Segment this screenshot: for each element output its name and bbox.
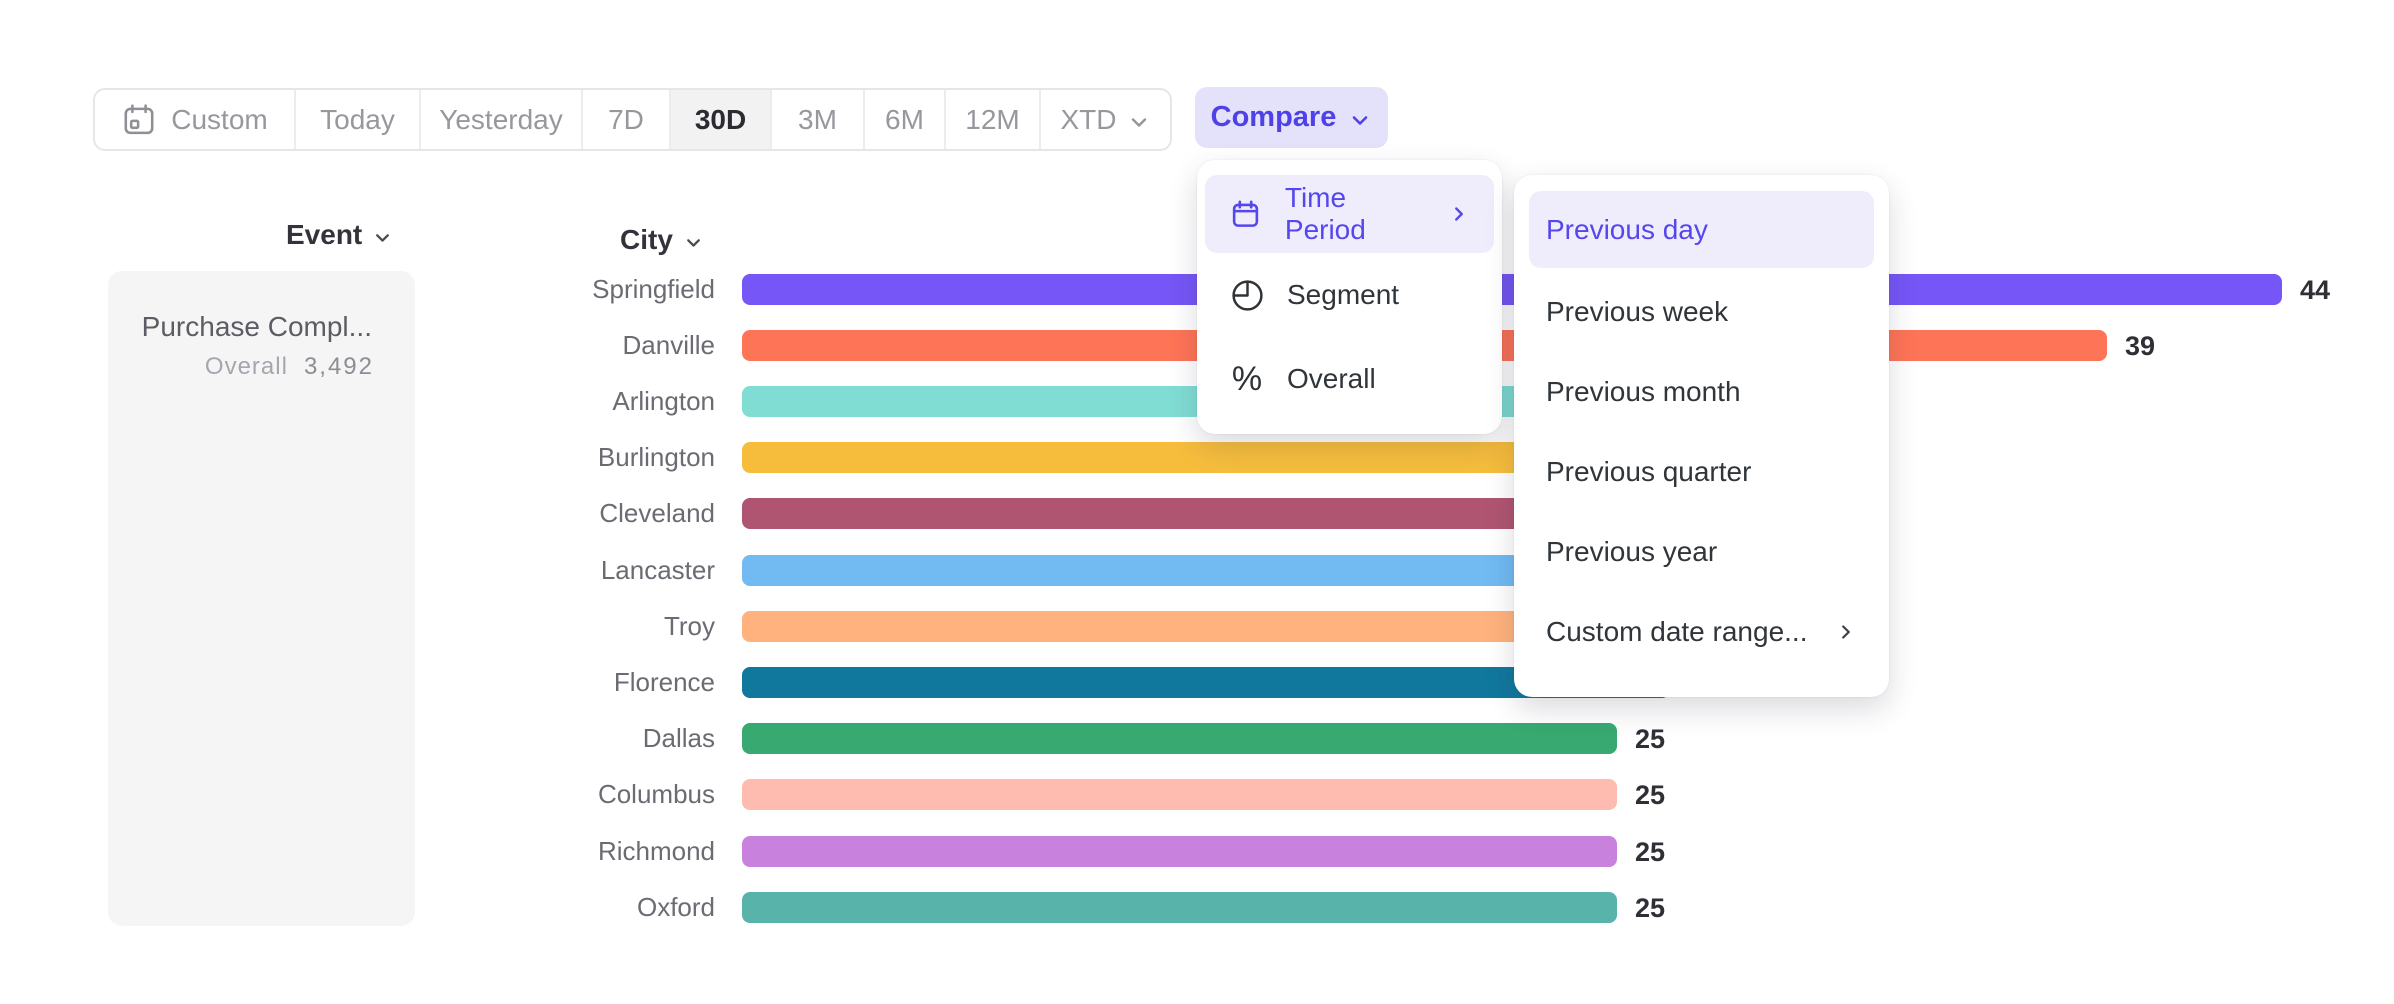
compare-dropdown-menu: Time Period Segment % Overall	[1197, 160, 1502, 434]
compare-button[interactable]: Compare	[1195, 87, 1388, 148]
bar-label: Lancaster	[420, 555, 715, 586]
date-range-xtd-button[interactable]: XTD	[1041, 90, 1170, 149]
insights-report: Custom Today Yesterday 7D 30D 3M 6M 12M …	[0, 0, 2394, 1004]
date-range-today-button[interactable]: Today	[296, 90, 421, 149]
date-range-3m-button[interactable]: 3M	[772, 90, 865, 149]
date-range-yesterday-button[interactable]: Yesterday	[421, 90, 583, 149]
bar-label: Danville	[420, 330, 715, 361]
percent-icon: %	[1229, 360, 1265, 399]
calendar-icon	[121, 102, 157, 138]
menu-item-overall[interactable]: % Overall	[1205, 337, 1494, 421]
bar-label: Springfield	[420, 274, 715, 305]
bar-label: Troy	[420, 611, 715, 642]
bar-dallas[interactable]	[742, 723, 1617, 754]
date-range-custom-button[interactable]: Custom	[95, 90, 296, 149]
bar-label: Richmond	[420, 836, 715, 867]
menu-item-previous-week[interactable]: Previous week	[1529, 272, 1874, 352]
menu-item-segment[interactable]: Segment	[1205, 253, 1494, 337]
bar-oxford[interactable]	[742, 892, 1617, 923]
event-name: Purchase Compl...	[142, 311, 372, 343]
date-range-7d-button[interactable]: 7D	[583, 90, 671, 149]
event-overall-total: Overall 3,492	[205, 353, 374, 381]
menu-item-custom-date-range[interactable]: Custom date range...	[1529, 592, 1874, 672]
menu-item-previous-year[interactable]: Previous year	[1529, 512, 1874, 592]
bar-label: Florence	[420, 667, 715, 698]
event-panel[interactable]: Purchase Compl... Overall 3,492	[108, 271, 415, 926]
menu-item-previous-day[interactable]: Previous day	[1529, 191, 1874, 268]
bar-label: Arlington	[420, 386, 715, 417]
bar-springfield[interactable]	[742, 274, 2282, 305]
bar-value: 39	[2125, 330, 2155, 361]
city-column-header[interactable]: City	[620, 224, 704, 256]
bar-value: 25	[1635, 779, 1665, 810]
chevron-down-icon	[1348, 108, 1372, 132]
bar-label: Cleveland	[420, 498, 715, 529]
chevron-right-icon	[1448, 203, 1470, 225]
bar-richmond[interactable]	[742, 836, 1617, 867]
bar-label: Columbus	[420, 779, 715, 810]
date-range-toolbar: Custom Today Yesterday 7D 30D 3M 6M 12M …	[93, 88, 1172, 151]
bar-columbus[interactable]	[742, 779, 1617, 810]
bar-value: 25	[1635, 723, 1665, 754]
event-column-header[interactable]: Event	[286, 219, 393, 251]
date-range-30d-button-selected[interactable]: 30D	[671, 90, 772, 149]
chevron-down-icon	[683, 232, 704, 253]
date-range-12m-button[interactable]: 12M	[946, 90, 1041, 149]
menu-item-previous-quarter[interactable]: Previous quarter	[1529, 432, 1874, 512]
bar-label: Burlington	[420, 442, 715, 473]
menu-item-time-period[interactable]: Time Period	[1205, 175, 1494, 253]
bar-label: Oxford	[420, 892, 715, 923]
overall-value: 3,492	[304, 353, 374, 380]
chevron-right-icon	[1835, 621, 1857, 643]
bar-value: 25	[1635, 892, 1665, 923]
segment-icon	[1229, 278, 1265, 313]
date-range-6m-button[interactable]: 6M	[865, 90, 946, 149]
time-period-submenu: Previous day Previous week Previous mont…	[1514, 175, 1889, 697]
bar-label: Dallas	[420, 723, 715, 754]
bar-value: 44	[2300, 274, 2330, 305]
overall-label: Overall	[205, 353, 288, 380]
bar-value: 25	[1635, 836, 1665, 867]
calendar-icon	[1229, 199, 1263, 230]
chevron-down-icon	[1127, 110, 1151, 134]
date-range-label: Custom	[171, 104, 267, 136]
menu-item-previous-month[interactable]: Previous month	[1529, 352, 1874, 432]
chevron-down-icon	[372, 227, 393, 248]
